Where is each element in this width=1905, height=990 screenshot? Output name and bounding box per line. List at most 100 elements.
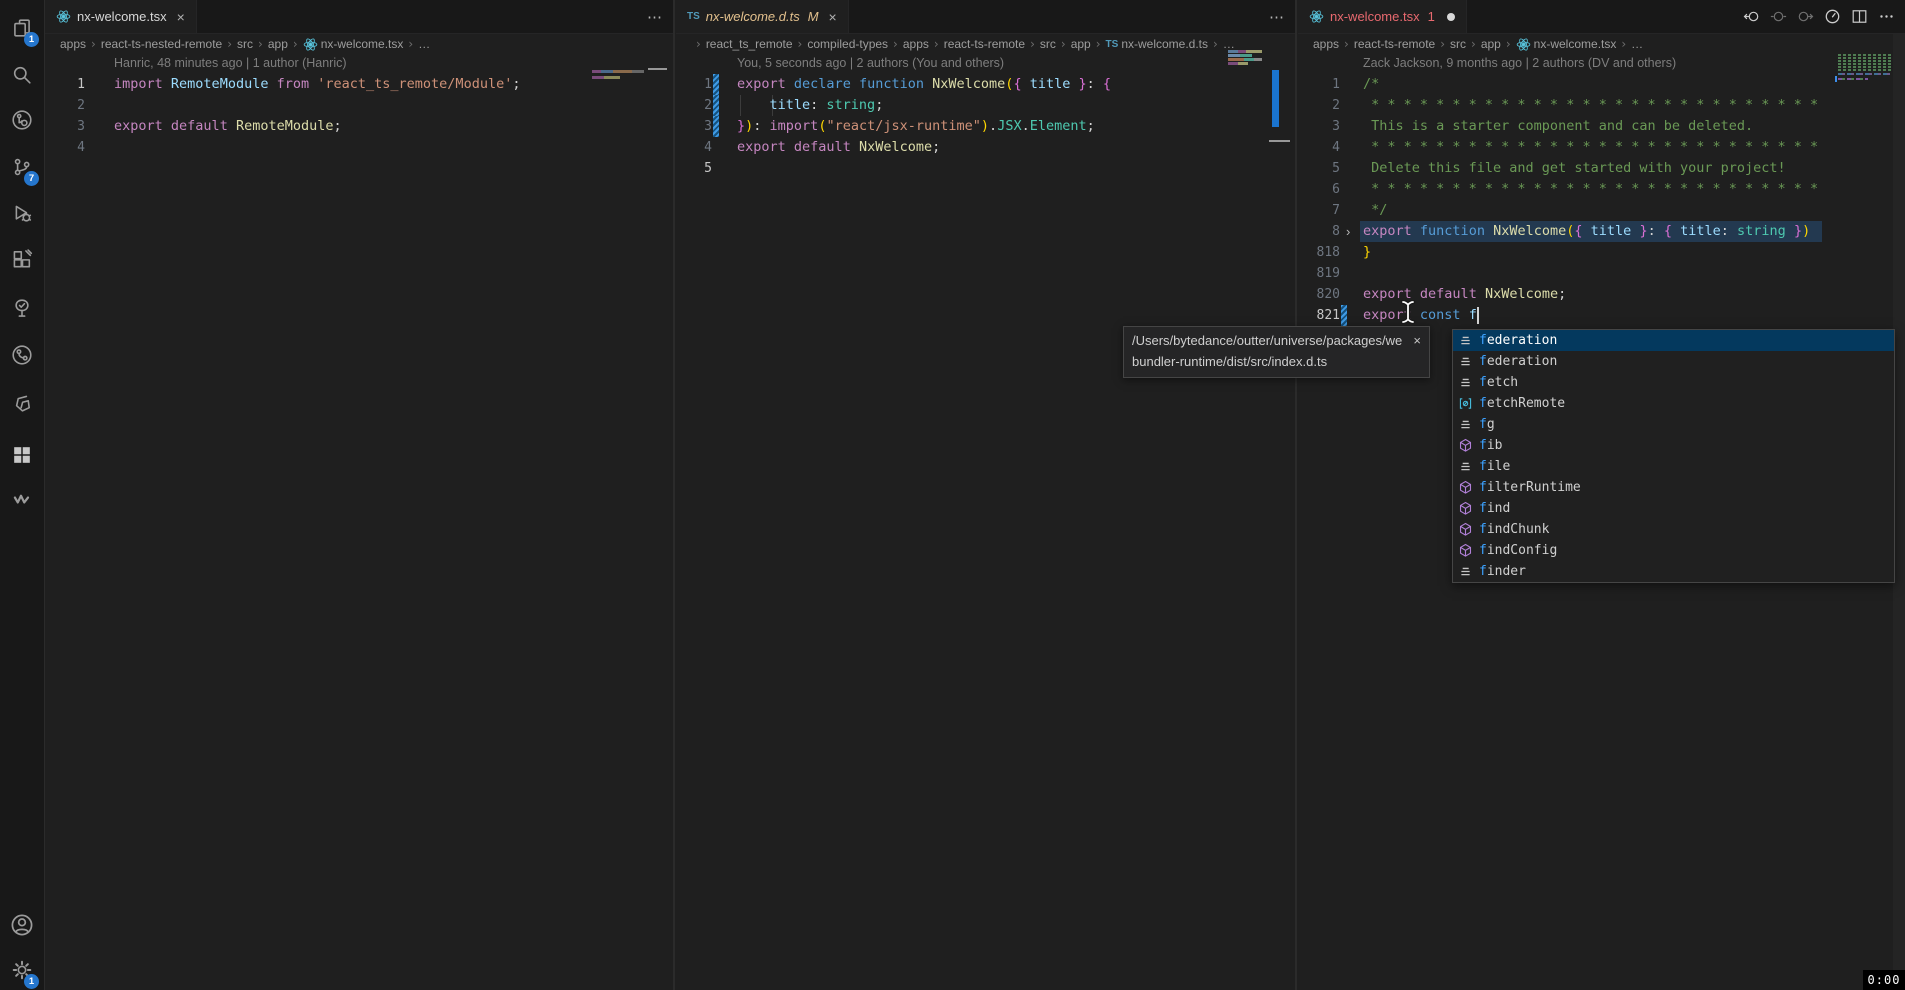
- pane-divider[interactable]: [673, 0, 675, 990]
- line-number[interactable]: 820: [1296, 284, 1340, 305]
- close-icon[interactable]: ×: [1413, 330, 1421, 351]
- suggestion-item[interactable]: fg: [1453, 414, 1894, 435]
- chevron-right-icon: ›: [408, 37, 413, 51]
- line-number[interactable]: 821: [1296, 305, 1340, 326]
- close-icon[interactable]: ×: [829, 9, 837, 25]
- split-editor-icon[interactable]: [1851, 8, 1868, 25]
- suggestion-item[interactable]: file: [1453, 456, 1894, 477]
- breadcrumb-item[interactable]: react-ts-remote: [944, 37, 1025, 51]
- suggestion-item[interactable]: findConfig: [1453, 540, 1894, 561]
- breadcrumb-item[interactable]: compiled-types: [807, 37, 888, 51]
- suggestion-item[interactable]: fib: [1453, 435, 1894, 456]
- code-line[interactable]: export default NxWelcome;: [737, 137, 940, 158]
- line-number[interactable]: 2: [1296, 95, 1340, 116]
- breadcrumb-item[interactable]: src: [237, 37, 253, 51]
- suggestion-item[interactable]: fetch: [1453, 372, 1894, 393]
- code-line[interactable]: export default RemoteModule;: [114, 116, 342, 137]
- line-number[interactable]: 8: [1296, 221, 1340, 242]
- line-number[interactable]: 3: [41, 116, 85, 137]
- activity-bar-account-icon[interactable]: [0, 903, 44, 947]
- breadcrumb-item[interactable]: apps: [903, 37, 929, 51]
- code-line[interactable]: export default NxWelcome;: [1363, 284, 1566, 305]
- breadcrumb-item[interactable]: apps: [1313, 37, 1339, 51]
- code-line[interactable]: Delete this file and get started with yo…: [1363, 158, 1786, 179]
- editor-tab[interactable]: nx-welcome.tsx×: [45, 0, 197, 33]
- breadcrumb-item[interactable]: apps: [60, 37, 86, 51]
- line-number[interactable]: 3: [1296, 116, 1340, 137]
- line-number[interactable]: 2: [41, 95, 85, 116]
- code-line[interactable]: }: [1363, 242, 1371, 263]
- git-blame-annotation: You, 5 seconds ago | 2 authors (You and …: [737, 53, 1004, 74]
- line-number[interactable]: 818: [1296, 242, 1340, 263]
- editor-tab[interactable]: nx-welcome.tsx1: [1298, 0, 1467, 33]
- line-number[interactable]: 4: [41, 137, 85, 158]
- breadcrumb-item[interactable]: app: [1071, 37, 1091, 51]
- gutter-modified-marker: [713, 95, 719, 116]
- close-icon[interactable]: ×: [177, 9, 185, 25]
- activity-bar-files-icon[interactable]: 1: [0, 6, 44, 50]
- activity-bar-extensions-icon[interactable]: [0, 238, 44, 282]
- breadcrumb-item[interactable]: TSnx-welcome.d.ts: [1106, 37, 1208, 51]
- breadcrumb-item[interactable]: app: [268, 37, 288, 51]
- code-line[interactable]: */: [1363, 200, 1387, 221]
- code-line[interactable]: import RemoteModule from 'react_ts_remot…: [114, 74, 520, 95]
- activity-bar-gitlens-icon[interactable]: [0, 98, 44, 142]
- code-line[interactable]: This is a starter component and can be d…: [1363, 116, 1753, 137]
- code-line[interactable]: }): import("react/jsx-runtime").JSX.Elem…: [737, 116, 1095, 137]
- pane-divider[interactable]: [1295, 0, 1297, 990]
- activity-bar-tree-icon[interactable]: [0, 286, 44, 330]
- suggestion-item[interactable]: federation: [1453, 351, 1894, 372]
- code-line[interactable]: * * * * * * * * * * * * * * * * * * * * …: [1363, 95, 1818, 116]
- activity-bar-search-icon[interactable]: [0, 53, 44, 97]
- breadcrumb-item[interactable]: …: [1223, 37, 1235, 51]
- line-number[interactable]: 6: [1296, 179, 1340, 200]
- line-number[interactable]: 4: [1296, 137, 1340, 158]
- line-number[interactable]: 1: [1296, 74, 1340, 95]
- more-actions-icon[interactable]: ⋯: [1269, 8, 1285, 26]
- code-line[interactable]: /*: [1363, 74, 1379, 95]
- suggestion-item[interactable]: filterRuntime: [1453, 477, 1894, 498]
- activity-bar-run-debug-icon[interactable]: [0, 191, 44, 235]
- history-icon[interactable]: [1824, 8, 1841, 25]
- line-number[interactable]: 7: [1296, 200, 1340, 221]
- line-number[interactable]: 5: [1296, 158, 1340, 179]
- breadcrumb-item[interactable]: src: [1450, 37, 1466, 51]
- next-change-icon[interactable]: [1797, 8, 1814, 25]
- line-number[interactable]: 1: [41, 74, 85, 95]
- fold-chevron-icon[interactable]: ›: [1346, 221, 1350, 242]
- more-actions-icon[interactable]: [1878, 8, 1895, 25]
- prev-change-icon[interactable]: [1743, 8, 1760, 25]
- suggestion-item[interactable]: findChunk: [1453, 519, 1894, 540]
- code-line[interactable]: export declare function NxWelcome({ titl…: [737, 74, 1111, 95]
- line-number[interactable]: 819: [1296, 263, 1340, 284]
- activity-bar-settings-gear-icon[interactable]: 1: [0, 948, 44, 990]
- breadcrumb-item[interactable]: nx-welcome.tsx: [1516, 37, 1617, 52]
- activity-bar-grid-icon[interactable]: [0, 433, 44, 477]
- suggestion-item[interactable]: finder: [1453, 561, 1894, 582]
- circle-icon[interactable]: [1770, 8, 1787, 25]
- code-line[interactable]: * * * * * * * * * * * * * * * * * * * * …: [1363, 179, 1818, 200]
- activity-bar-git-graph-icon[interactable]: [0, 333, 44, 377]
- code-line[interactable]: export function NxWelcome({ title }: { t…: [1363, 221, 1810, 242]
- activity-bar-source-control-icon[interactable]: 7: [0, 145, 44, 189]
- breadcrumb-item[interactable]: react_ts_remote: [706, 37, 793, 51]
- more-actions-icon[interactable]: ⋯: [647, 8, 663, 26]
- breadcrumb-item[interactable]: nx-welcome.tsx: [303, 37, 404, 52]
- breadcrumb-item[interactable]: src: [1040, 37, 1056, 51]
- breadcrumb-item[interactable]: app: [1481, 37, 1501, 51]
- symbol-text-icon: [1457, 459, 1474, 475]
- suggestion-item-selected[interactable]: federation: [1453, 330, 1894, 351]
- breadcrumb-item[interactable]: …: [418, 37, 430, 51]
- breadcrumb-item[interactable]: react-ts-remote: [1354, 37, 1435, 51]
- activity-bar-squiggle-icon[interactable]: [0, 478, 44, 522]
- activity-bar-hexagon-logo-icon[interactable]: [0, 382, 44, 426]
- suggestion-item[interactable]: fetchRemote: [1453, 393, 1894, 414]
- dirty-indicator-icon[interactable]: [1447, 13, 1455, 21]
- breadcrumb-item[interactable]: react-ts-nested-remote: [101, 37, 222, 51]
- editor-tab[interactable]: TSnx-welcome.d.tsM×: [676, 0, 849, 33]
- code-line[interactable]: export const f: [1363, 305, 1477, 326]
- code-line[interactable]: title: string;: [737, 95, 883, 116]
- breadcrumb-item[interactable]: …: [1631, 37, 1643, 51]
- suggestion-item[interactable]: find: [1453, 498, 1894, 519]
- code-line[interactable]: * * * * * * * * * * * * * * * * * * * * …: [1363, 137, 1818, 158]
